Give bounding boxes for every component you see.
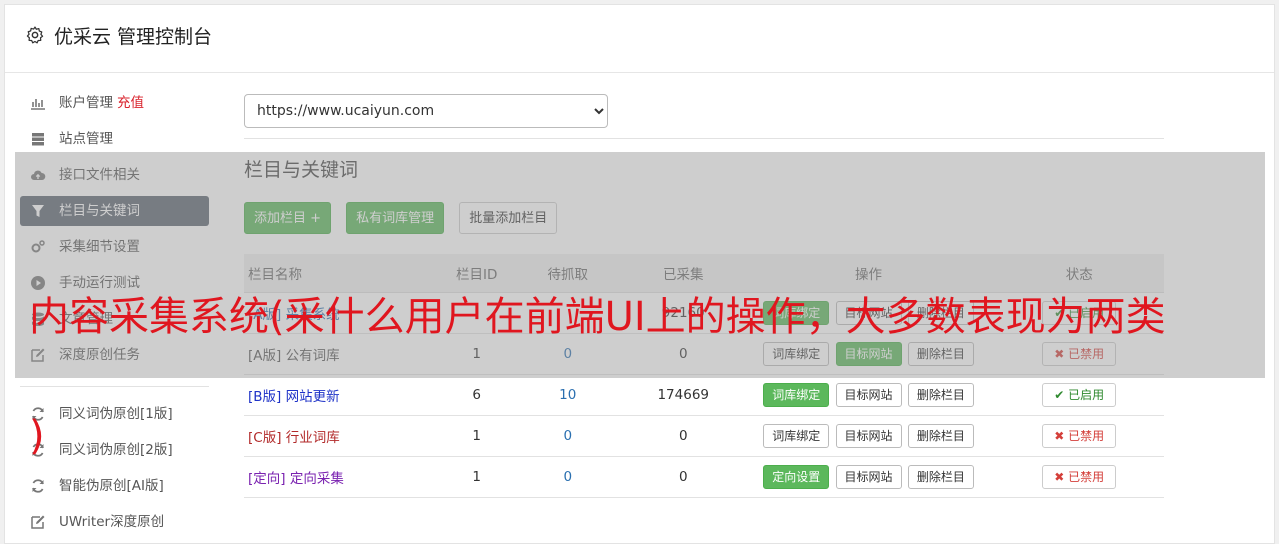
check-icon: ✔: [1054, 388, 1065, 402]
row-status: ✔ 已启用: [994, 374, 1164, 416]
bar-chart-icon: [31, 99, 45, 110]
sidebar-item-synonym-v1[interactable]: 同义词伪原创[1版]: [20, 399, 230, 429]
row-tag: [C版]: [248, 430, 282, 446]
table-row: [C版] 行业词库 1 0 0 词库绑定 目标网站 删除栏目 ✖ 已禁用: [244, 415, 1164, 457]
refresh-icon: [32, 479, 44, 493]
row-status: ✖ 已禁用: [994, 415, 1164, 457]
target-site-button[interactable]: 目标网站: [835, 424, 902, 448]
status-toggle[interactable]: ✔ 已启用: [1042, 383, 1117, 407]
row-collected: 0: [623, 456, 743, 498]
status-text: 已启用: [1068, 388, 1105, 402]
row-name: 网站更新: [285, 389, 340, 405]
row-tag: [B版]: [248, 389, 282, 405]
delete-column-button[interactable]: 删除栏目: [907, 424, 974, 448]
row-pending[interactable]: 0: [511, 456, 624, 498]
gray-overlay: [15, 152, 1265, 378]
sidebar-item-label: 同义词伪原创[1版]: [59, 406, 173, 422]
row-status: ✖ 已禁用: [994, 456, 1164, 498]
header-bar: 优采云 管理控制台: [5, 5, 1274, 73]
row-id: 1: [441, 456, 512, 498]
row-id: 1: [441, 415, 512, 457]
row-tag: [定向]: [248, 471, 286, 487]
sidebar-item-uwriter[interactable]: UWriter深度原创: [20, 507, 230, 537]
row-ops: 词库绑定 目标网站 删除栏目: [742, 374, 995, 416]
sidebar-item-label: UWriter深度原创: [59, 514, 165, 530]
target-site-button[interactable]: 目标网站: [835, 465, 902, 489]
gear-icon: [26, 26, 44, 44]
main-divider: [244, 138, 1164, 139]
lexicon-bind-button[interactable]: 词库绑定: [763, 424, 830, 448]
row-name: 行业词库: [285, 430, 340, 446]
table-row: [B版] 网站更新 6 10 174669 词库绑定 目标网站 删除栏目 ✔ 已…: [244, 374, 1164, 416]
sidebar-item-synonym-v2[interactable]: 同义词伪原创[2版]: [20, 435, 230, 465]
status-toggle[interactable]: ✖ 已禁用: [1042, 465, 1117, 489]
row-pending[interactable]: 10: [511, 374, 624, 416]
status-text: 已禁用: [1068, 429, 1105, 443]
server-icon: [32, 133, 44, 146]
status-toggle[interactable]: ✖ 已禁用: [1042, 424, 1117, 448]
sidebar-item-label: 智能伪原创[AI版]: [59, 478, 164, 494]
sidebar-item-label: 账户管理: [59, 95, 113, 111]
status-text: 已禁用: [1068, 470, 1105, 484]
target-site-button[interactable]: 目标网站: [835, 383, 902, 407]
sidebar-item-ai-rewrite[interactable]: 智能伪原创[AI版]: [20, 471, 230, 501]
overlay-caption-continued: ): [29, 413, 45, 459]
delete-column-button[interactable]: 删除栏目: [907, 383, 974, 407]
row-ops: 词库绑定 目标网站 删除栏目: [742, 415, 995, 457]
row-collected: 174669: [623, 374, 743, 416]
row-ops: 定向设置 目标网站 删除栏目: [742, 456, 995, 498]
site-select[interactable]: https://www.ucaiyun.com: [244, 94, 608, 128]
row-name-cell[interactable]: [B版] 网站更新: [244, 374, 442, 416]
sidebar-item-label: 站点管理: [59, 131, 113, 147]
row-id: 6: [441, 374, 512, 416]
recharge-link[interactable]: 充值: [117, 95, 144, 111]
cross-icon: ✖: [1054, 470, 1065, 484]
sidebar-divider: [20, 386, 209, 387]
sidebar-item-label: 同义词伪原创[2版]: [59, 442, 173, 458]
cross-icon: ✖: [1054, 429, 1065, 443]
row-collected: 0: [623, 415, 743, 457]
overlay-caption: 内容采集系统(采什么用户在前端UI上的操作，大多数表现为两类: [29, 294, 1166, 340]
table-row: [定向] 定向采集 1 0 0 定向设置 目标网站 删除栏目 ✖ 已禁用: [244, 456, 1164, 498]
row-name: 定向采集: [289, 471, 344, 487]
sidebar-item-sites[interactable]: 站点管理: [20, 124, 230, 154]
edit-icon: [31, 515, 45, 529]
row-pending[interactable]: 0: [511, 415, 624, 457]
page-title: 优采云 管理控制台: [54, 26, 213, 48]
row-name-cell[interactable]: [定向] 定向采集: [244, 456, 442, 498]
lexicon-bind-button[interactable]: 词库绑定: [763, 383, 830, 407]
targeted-settings-button[interactable]: 定向设置: [763, 465, 830, 489]
delete-column-button[interactable]: 删除栏目: [907, 465, 974, 489]
sidebar-item-account[interactable]: 账户管理 充值: [20, 88, 230, 118]
row-name-cell[interactable]: [C版] 行业词库: [244, 415, 442, 457]
